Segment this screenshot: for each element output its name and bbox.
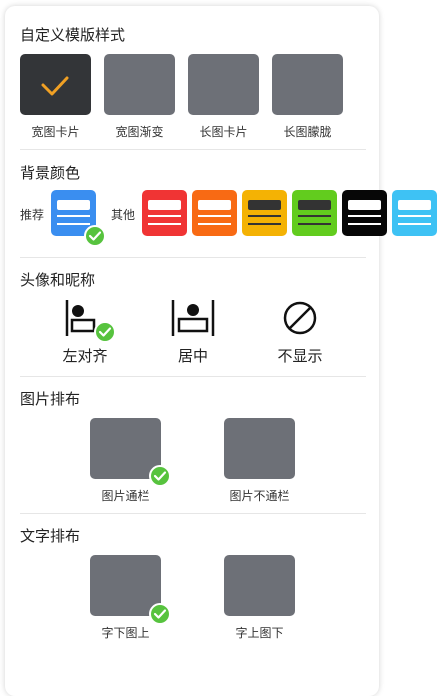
divider <box>20 149 366 150</box>
swatch-red[interactable] <box>142 190 187 236</box>
selected-check-icon <box>84 225 106 247</box>
swatch-line <box>148 215 181 217</box>
divider <box>20 257 366 258</box>
background-section-title: 背景颜色 <box>20 164 81 182</box>
hidden-circle-slash-icon <box>283 301 317 335</box>
swatch-line <box>298 215 331 217</box>
swatch-green[interactable] <box>292 190 337 236</box>
swatch-line <box>57 223 90 225</box>
swatch-header-bar <box>148 200 181 210</box>
checkmark-icon <box>41 76 69 96</box>
swatch-line <box>148 223 181 225</box>
text-layout-label: 字下图上 <box>101 626 150 640</box>
template-option-long-hazy[interactable] <box>272 54 343 115</box>
selected-check-icon <box>149 603 171 625</box>
swatch-yellow[interactable] <box>242 190 287 236</box>
swatch-light-blue[interactable] <box>392 190 437 236</box>
align-center-icon <box>171 300 215 336</box>
recommended-label: 推荐 <box>20 208 45 222</box>
avatar-option-hidden[interactable] <box>283 301 317 339</box>
swatch-header-bar <box>248 200 281 210</box>
text-layout-label: 字上图下 <box>235 626 284 640</box>
swatch-header-bar <box>398 200 431 210</box>
text-layout-section-title: 文字排布 <box>20 527 81 545</box>
selected-check-icon <box>149 465 171 487</box>
swatch-header-bar <box>198 200 231 210</box>
swatch-line <box>398 223 431 225</box>
swatch-line <box>57 215 90 217</box>
template-option-wide-gradient[interactable] <box>104 54 175 115</box>
template-option-label: 宽图卡片 <box>31 125 80 139</box>
swatch-line <box>298 223 331 225</box>
swatch-black[interactable] <box>342 190 387 236</box>
swatch-line <box>248 215 281 217</box>
selected-check-icon <box>94 321 116 343</box>
swatch-line <box>348 215 381 217</box>
avatar-option-label: 居中 <box>177 347 208 365</box>
template-option-label: 宽图渐变 <box>115 125 164 139</box>
divider <box>20 513 366 514</box>
image-layout-label: 图片通栏 <box>101 489 150 503</box>
avatar-option-label: 不显示 <box>277 347 323 365</box>
template-option-long-card[interactable] <box>188 54 259 115</box>
image-layout-section-title: 图片排布 <box>20 390 81 408</box>
swatch-line <box>198 215 231 217</box>
image-layout-label: 图片不通栏 <box>229 489 290 503</box>
template-section-title: 自定义模版样式 <box>20 26 126 44</box>
swatch-header-bar <box>348 200 381 210</box>
divider <box>20 376 366 377</box>
template-option-wide-card[interactable] <box>20 54 91 115</box>
template-option-label: 长图卡片 <box>199 125 248 139</box>
swatch-orange[interactable] <box>192 190 237 236</box>
other-label: 其他 <box>111 208 136 222</box>
swatch-header-bar <box>57 200 90 210</box>
text-layout-text-above[interactable] <box>224 555 295 616</box>
swatch-line <box>398 215 431 217</box>
swatch-line <box>348 223 381 225</box>
swatch-header-bar <box>298 200 331 210</box>
swatch-line <box>198 223 231 225</box>
image-layout-not-full-width[interactable] <box>224 418 295 479</box>
avatar-option-label: 左对齐 <box>62 347 108 365</box>
template-option-label: 长图朦胧 <box>283 125 332 139</box>
avatar-section-title: 头像和昵称 <box>20 271 96 289</box>
avatar-option-center[interactable] <box>170 298 216 342</box>
swatch-line <box>248 223 281 225</box>
